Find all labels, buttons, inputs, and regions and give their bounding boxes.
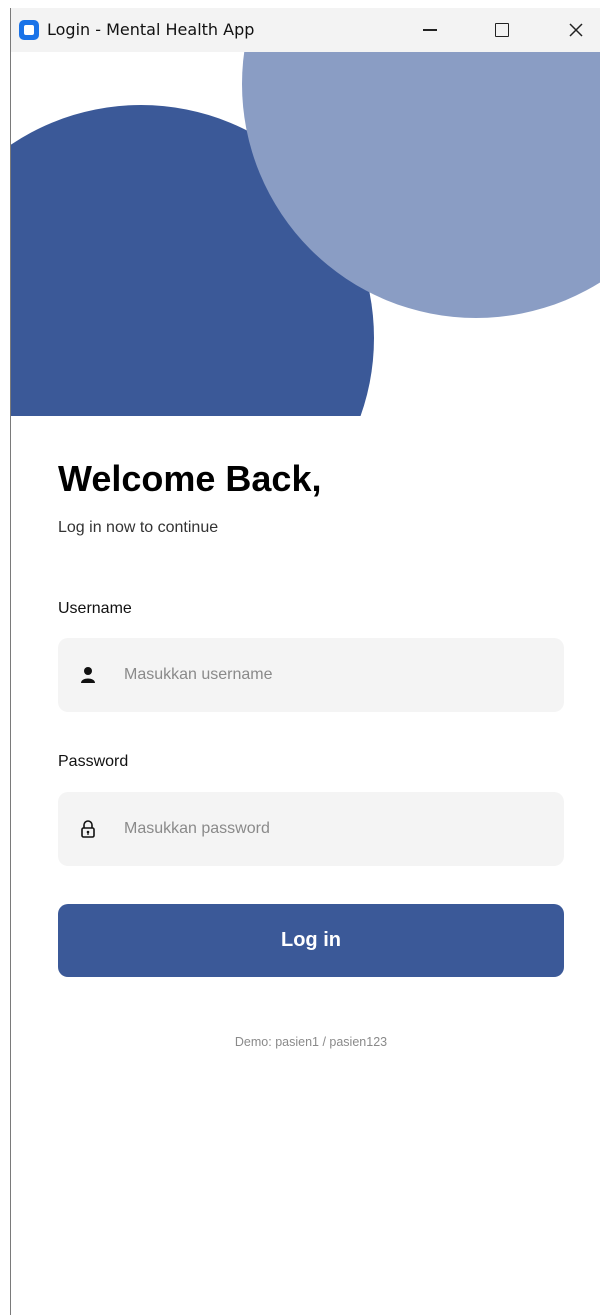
maximize-icon [495,23,509,37]
login-form: Welcome Back, Log in now to continue Use… [11,416,600,1315]
page-title: Welcome Back, [58,458,322,499]
maximize-button[interactable] [479,8,525,52]
login-window: Login - Mental Health App Welcome Back, … [10,8,600,1315]
close-icon [569,23,583,37]
password-field-container[interactable] [58,792,564,866]
password-label: Password [58,753,129,770]
title-bar: Login - Mental Health App [11,8,600,52]
minimize-icon [423,29,437,31]
page-subtitle: Log in now to continue [58,519,219,536]
minimize-button[interactable] [407,8,453,52]
demo-credentials-hint: Demo: pasien1 / pasien123 [234,1035,388,1049]
lock-icon [81,820,95,838]
username-field-container[interactable] [58,638,564,712]
app-icon [19,20,39,40]
window-title: Login - Mental Health App [47,20,255,39]
user-icon [81,667,95,683]
username-input[interactable] [124,638,544,712]
username-label: Username [58,600,132,617]
password-input[interactable] [124,792,544,866]
login-button[interactable]: Log in [58,904,564,977]
close-button[interactable] [553,8,599,52]
